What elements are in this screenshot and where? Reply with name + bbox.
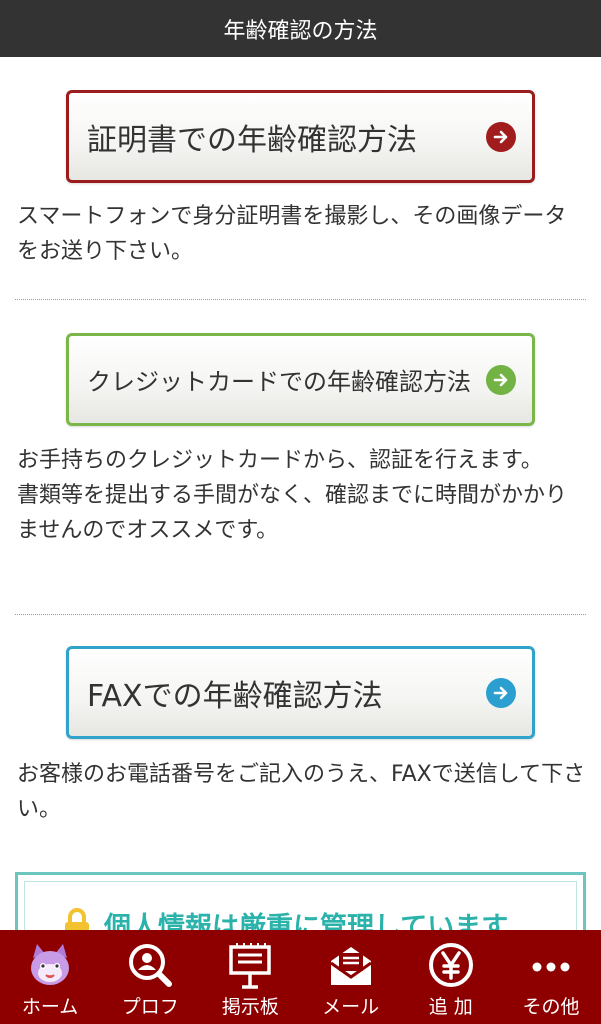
lock-icon (62, 907, 92, 930)
privacy-notice-text: 個人情報は厳重に管理しています (104, 912, 509, 930)
divider (15, 299, 586, 300)
mail-icon (325, 940, 377, 990)
fax-method-description: お客様のお電話番号をご記入のうえ、FAXで送信して下さい。 (17, 762, 586, 822)
credit-card-method-label: クレジットカードでの年齢確認方法 (87, 368, 471, 396)
tab-other-label: その他 (522, 996, 580, 1018)
main-content: 証明書での年齢確認方法 スマートフォンで身分証明書を撮影し、その画像データをお送… (0, 57, 601, 930)
credit-card-method-description: お手持ちのクレジットカードから、認証を行えます。 書類等を提出する手間がなく、確… (17, 443, 587, 548)
yen-icon (425, 940, 477, 990)
fax-method-label: FAXでの年齢確認方法 (87, 678, 383, 714)
credit-card-method-button[interactable]: クレジットカードでの年齢確認方法 (66, 333, 535, 426)
fax-method-button[interactable]: FAXでの年齢確認方法 (66, 646, 535, 739)
tab-add-label: 追 加 (428, 996, 473, 1018)
tab-profile-label: プロフ (121, 996, 179, 1018)
profile-search-icon (124, 940, 176, 990)
credit-card-description-line2: 書類等を提出する手間がなく、確認までに時間がかかりませんのでオススメです。 (17, 483, 568, 543)
tab-mail[interactable]: メール (301, 930, 401, 1024)
more-dots-icon (525, 940, 577, 990)
tab-home-label: ホーム (21, 996, 79, 1018)
divider (15, 614, 586, 615)
credit-card-description-line1: お手持ちのクレジットカードから、認証を行えます。 (17, 448, 543, 473)
arrow-right-icon (486, 121, 516, 152)
page-title: 年齢確認の方法 (223, 18, 378, 44)
tab-bulletin-board-label: 掲示板 (221, 996, 279, 1018)
tab-mail-label: メール (322, 996, 380, 1018)
privacy-notice-title: 個人情報は厳重に管理しています (62, 905, 508, 930)
certificate-method-label: 証明書での年齢確認方法 (87, 122, 417, 158)
certificate-method-button[interactable]: 証明書での年齢確認方法 (66, 90, 535, 183)
cat-mascot-icon (24, 940, 76, 990)
bulletin-board-icon (224, 940, 276, 990)
certificate-method-description: スマートフォンで身分証明書を撮影し、その画像データをお送り下さい。 (17, 204, 567, 264)
tab-bulletin-board[interactable]: 掲示板 (200, 930, 300, 1024)
bottom-tab-bar: ホーム プロフ 掲示板 メール 追 加 その他 (0, 930, 601, 1024)
privacy-notice-box: 個人情報は厳重に管理しています (15, 872, 586, 930)
arrow-right-icon (486, 677, 516, 708)
page-header: 年齢確認の方法 (0, 0, 601, 57)
tab-other[interactable]: その他 (501, 930, 601, 1024)
tab-add[interactable]: 追 加 (401, 930, 501, 1024)
tab-home[interactable]: ホーム (0, 930, 100, 1024)
arrow-right-icon (486, 364, 516, 395)
tab-profile[interactable]: プロフ (100, 930, 200, 1024)
